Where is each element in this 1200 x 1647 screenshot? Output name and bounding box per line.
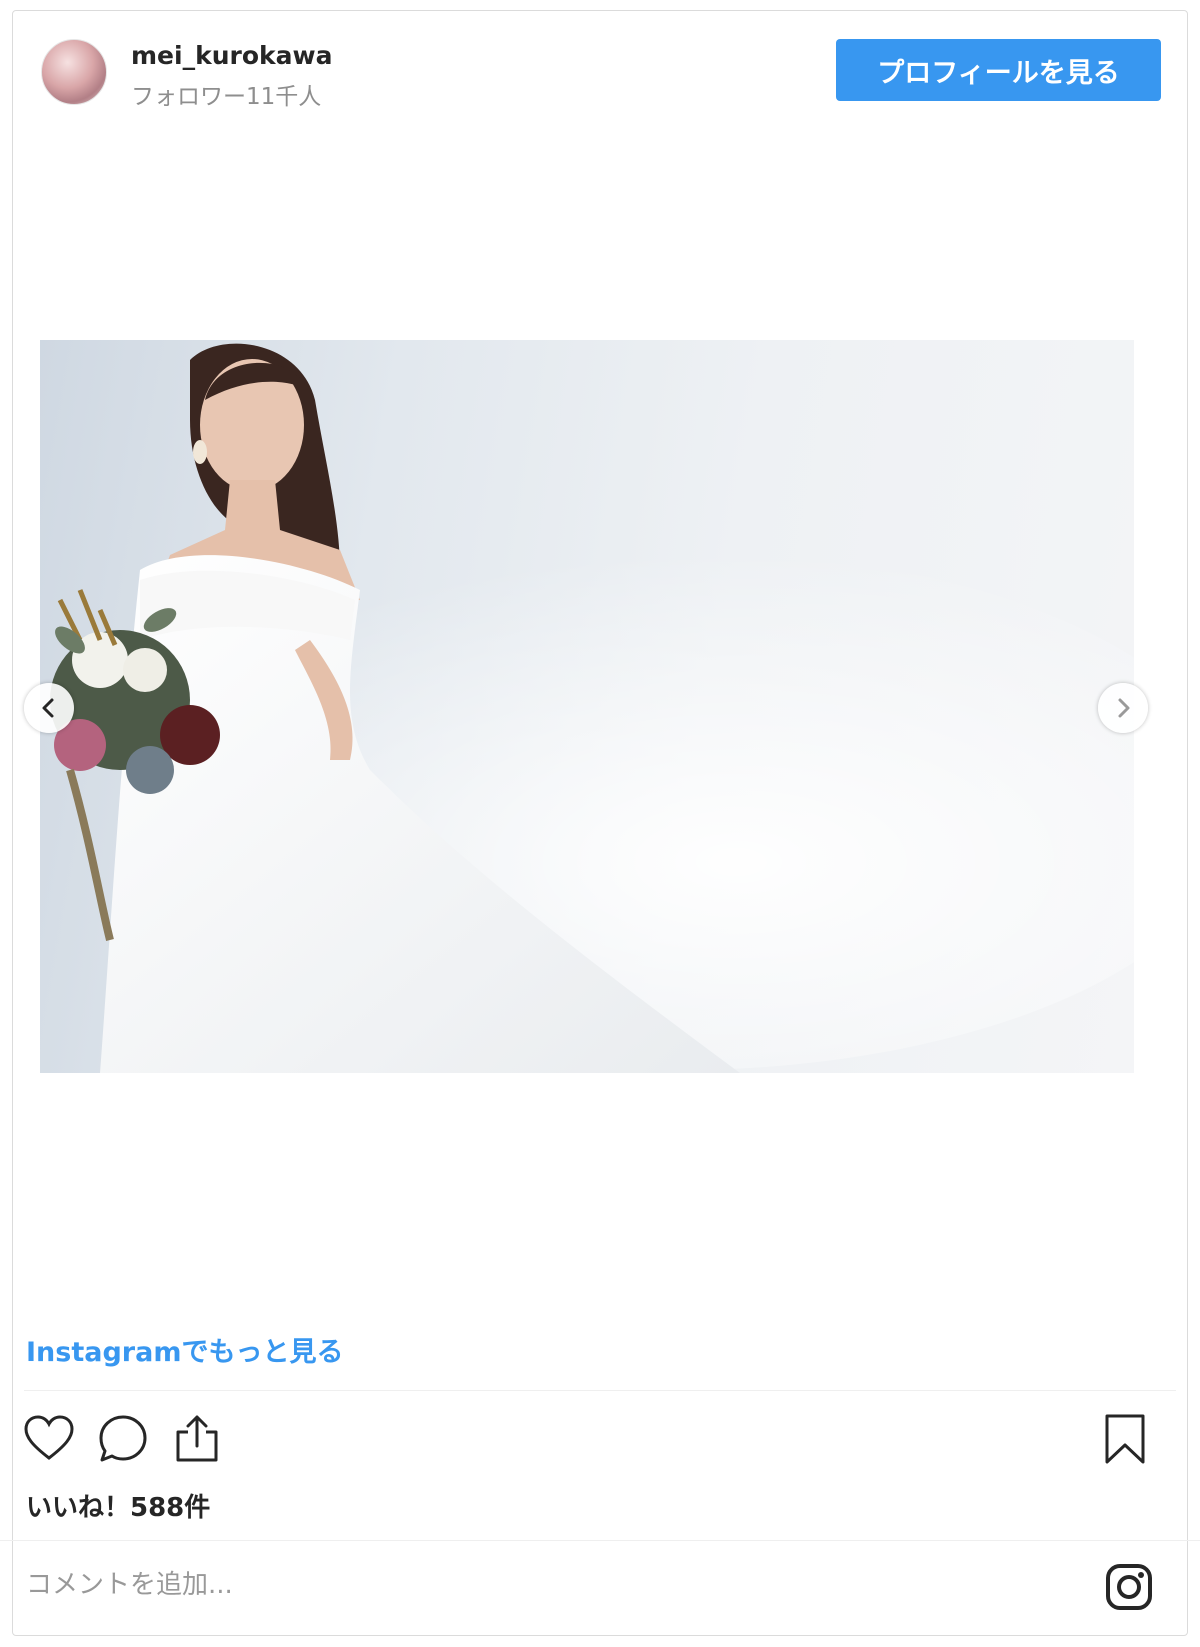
view-more-on-instagram-link[interactable]: Instagramでもっと見る (26, 1330, 343, 1369)
avatar[interactable] (41, 39, 107, 105)
comment-icon[interactable] (96, 1412, 150, 1466)
action-bar (0, 1400, 1200, 1490)
username[interactable]: mei_kurokawa (131, 41, 332, 70)
divider (24, 1390, 1176, 1391)
like-count[interactable]: いいね！588件 (26, 1487, 210, 1524)
follower-count: フォロワー11千人 (131, 84, 322, 110)
post-header: mei_kurokawa フォロワー11千人 プロフィールを見る (13, 11, 1187, 141)
chevron-right-icon (1118, 698, 1130, 718)
view-profile-button[interactable]: プロフィールを見る (836, 39, 1161, 101)
heart-icon[interactable] (22, 1412, 76, 1466)
bookmark-icon[interactable] (1098, 1412, 1152, 1466)
instagram-icon[interactable] (1104, 1562, 1154, 1612)
comment-input[interactable] (26, 1560, 1026, 1610)
chevron-left-icon (42, 698, 54, 718)
wedding-photo-illustration (50, 343, 1134, 1073)
divider (0, 1540, 1200, 1541)
share-icon[interactable] (170, 1412, 224, 1466)
post-photo[interactable] (40, 340, 1134, 1073)
next-photo-button[interactable] (1098, 683, 1148, 733)
previous-photo-button[interactable] (24, 683, 74, 733)
